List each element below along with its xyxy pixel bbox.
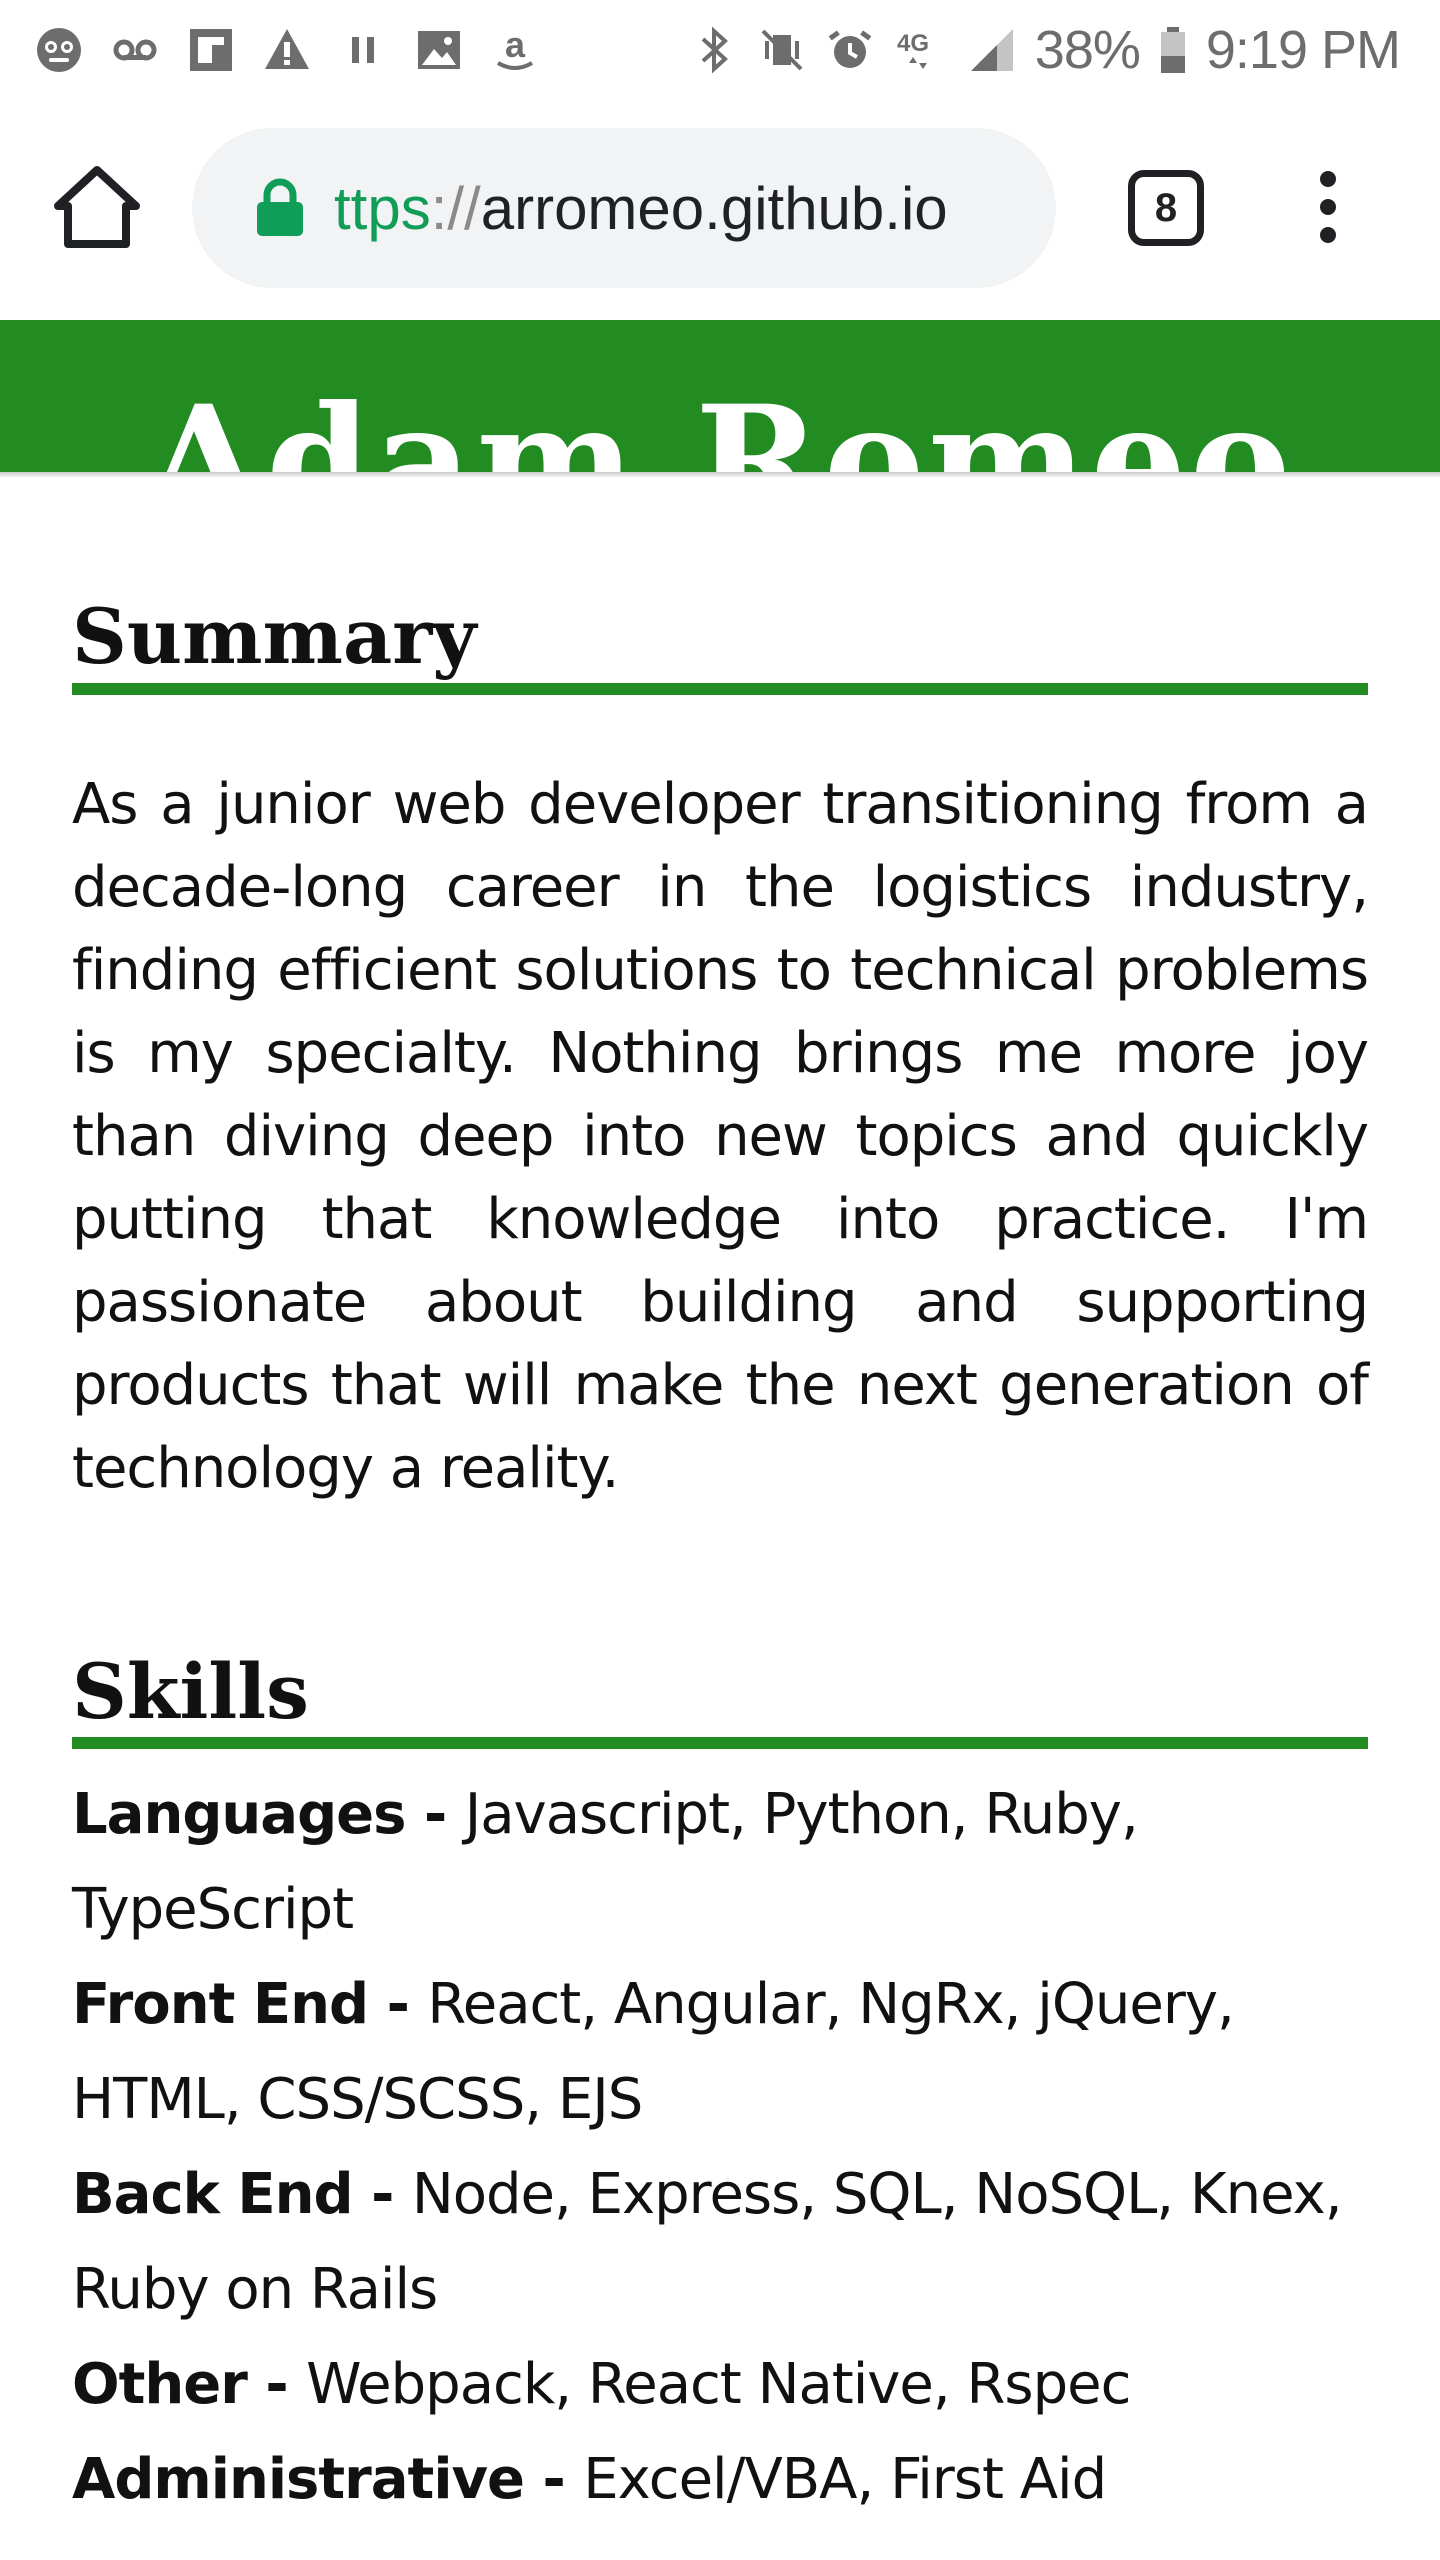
4g-icon: 4G bbox=[893, 25, 949, 75]
vibrate-icon bbox=[757, 25, 807, 75]
pause-icon bbox=[338, 25, 388, 75]
network-type: 4G bbox=[897, 30, 929, 57]
skill-value: Webpack, React Native, Rspec bbox=[306, 2352, 1131, 2418]
menu-dot-icon bbox=[1320, 227, 1336, 243]
skills-heading: Skills bbox=[72, 1649, 1368, 1750]
skills-list: Languages - Javascript, Python, Ruby, Ty… bbox=[72, 1767, 1368, 2527]
status-bar: a 4G 38% 9:19 PM bbox=[0, 0, 1440, 100]
amazon-icon: a bbox=[490, 25, 540, 75]
skill-item: Back End - Node, Express, SQL, NoSQL, Kn… bbox=[72, 2147, 1368, 2337]
battery-icon bbox=[1158, 25, 1188, 75]
lock-icon bbox=[257, 178, 303, 236]
menu-dot-icon bbox=[1320, 171, 1336, 187]
page-header: Adam Romeo bbox=[0, 320, 1440, 472]
warning-icon bbox=[262, 25, 312, 75]
overflow-menu-button[interactable] bbox=[1300, 162, 1356, 252]
url-separator: :// bbox=[430, 174, 481, 242]
home-icon bbox=[54, 166, 140, 248]
skill-label: Administrative - bbox=[72, 2447, 584, 2513]
url-text: ttps://arromeo.github.io bbox=[334, 174, 948, 243]
flipboard-icon bbox=[186, 25, 236, 75]
bluetooth-icon bbox=[689, 25, 739, 75]
tab-count: 8 bbox=[1154, 185, 1178, 230]
alarm-icon bbox=[825, 25, 875, 75]
menu-dot-icon bbox=[1320, 199, 1336, 215]
app-icon bbox=[34, 25, 84, 75]
skill-item: Front End - React, Angular, NgRx, jQuery… bbox=[72, 1957, 1368, 2147]
skill-value: Excel/VBA, First Aid bbox=[583, 2447, 1107, 2513]
skill-label: Front End - bbox=[72, 1972, 428, 2038]
skill-label: Back End - bbox=[72, 2162, 412, 2228]
address-bar[interactable]: ttps://arromeo.github.io bbox=[192, 128, 1056, 288]
clock: 9:19 PM bbox=[1205, 20, 1401, 80]
site-name: Adam Romeo bbox=[145, 373, 1295, 472]
signal-icon bbox=[967, 25, 1017, 75]
summary-heading: Summary bbox=[72, 595, 1368, 695]
skill-item: Other - Webpack, React Native, Rspec bbox=[72, 2337, 1368, 2432]
home-button[interactable] bbox=[52, 162, 142, 252]
browser-toolbar: ttps://arromeo.github.io 8 bbox=[0, 100, 1440, 320]
status-left-icons: a bbox=[34, 18, 540, 82]
header-shadow bbox=[0, 472, 1440, 478]
skill-item: Languages - Javascript, Python, Ruby, Ty… bbox=[72, 1767, 1368, 1957]
url-host: arromeo.github.io bbox=[480, 174, 948, 242]
skill-item: Administrative - Excel/VBA, First Aid bbox=[72, 2432, 1368, 2527]
url-scheme: ttps bbox=[334, 174, 431, 242]
skill-label: Other - bbox=[72, 2352, 307, 2418]
skills-section: Skills Languages - Javascript, Python, R… bbox=[72, 1649, 1368, 2528]
voicemail-icon bbox=[110, 25, 160, 75]
summary-section: Summary As a junior web developer transi… bbox=[72, 595, 1369, 1510]
svg-text:a: a bbox=[505, 25, 526, 65]
summary-text: As a junior web developer transitioning … bbox=[72, 771, 1369, 1501]
page-content: Summary As a junior web developer transi… bbox=[72, 595, 1369, 2528]
status-right-icons: 4G 38% 9:19 PM bbox=[689, 18, 1401, 82]
skill-label: Languages - bbox=[72, 1782, 465, 1848]
battery-percent: 38% bbox=[1034, 20, 1141, 80]
tab-switcher-button[interactable]: 8 bbox=[1128, 170, 1204, 246]
image-icon bbox=[414, 25, 464, 75]
